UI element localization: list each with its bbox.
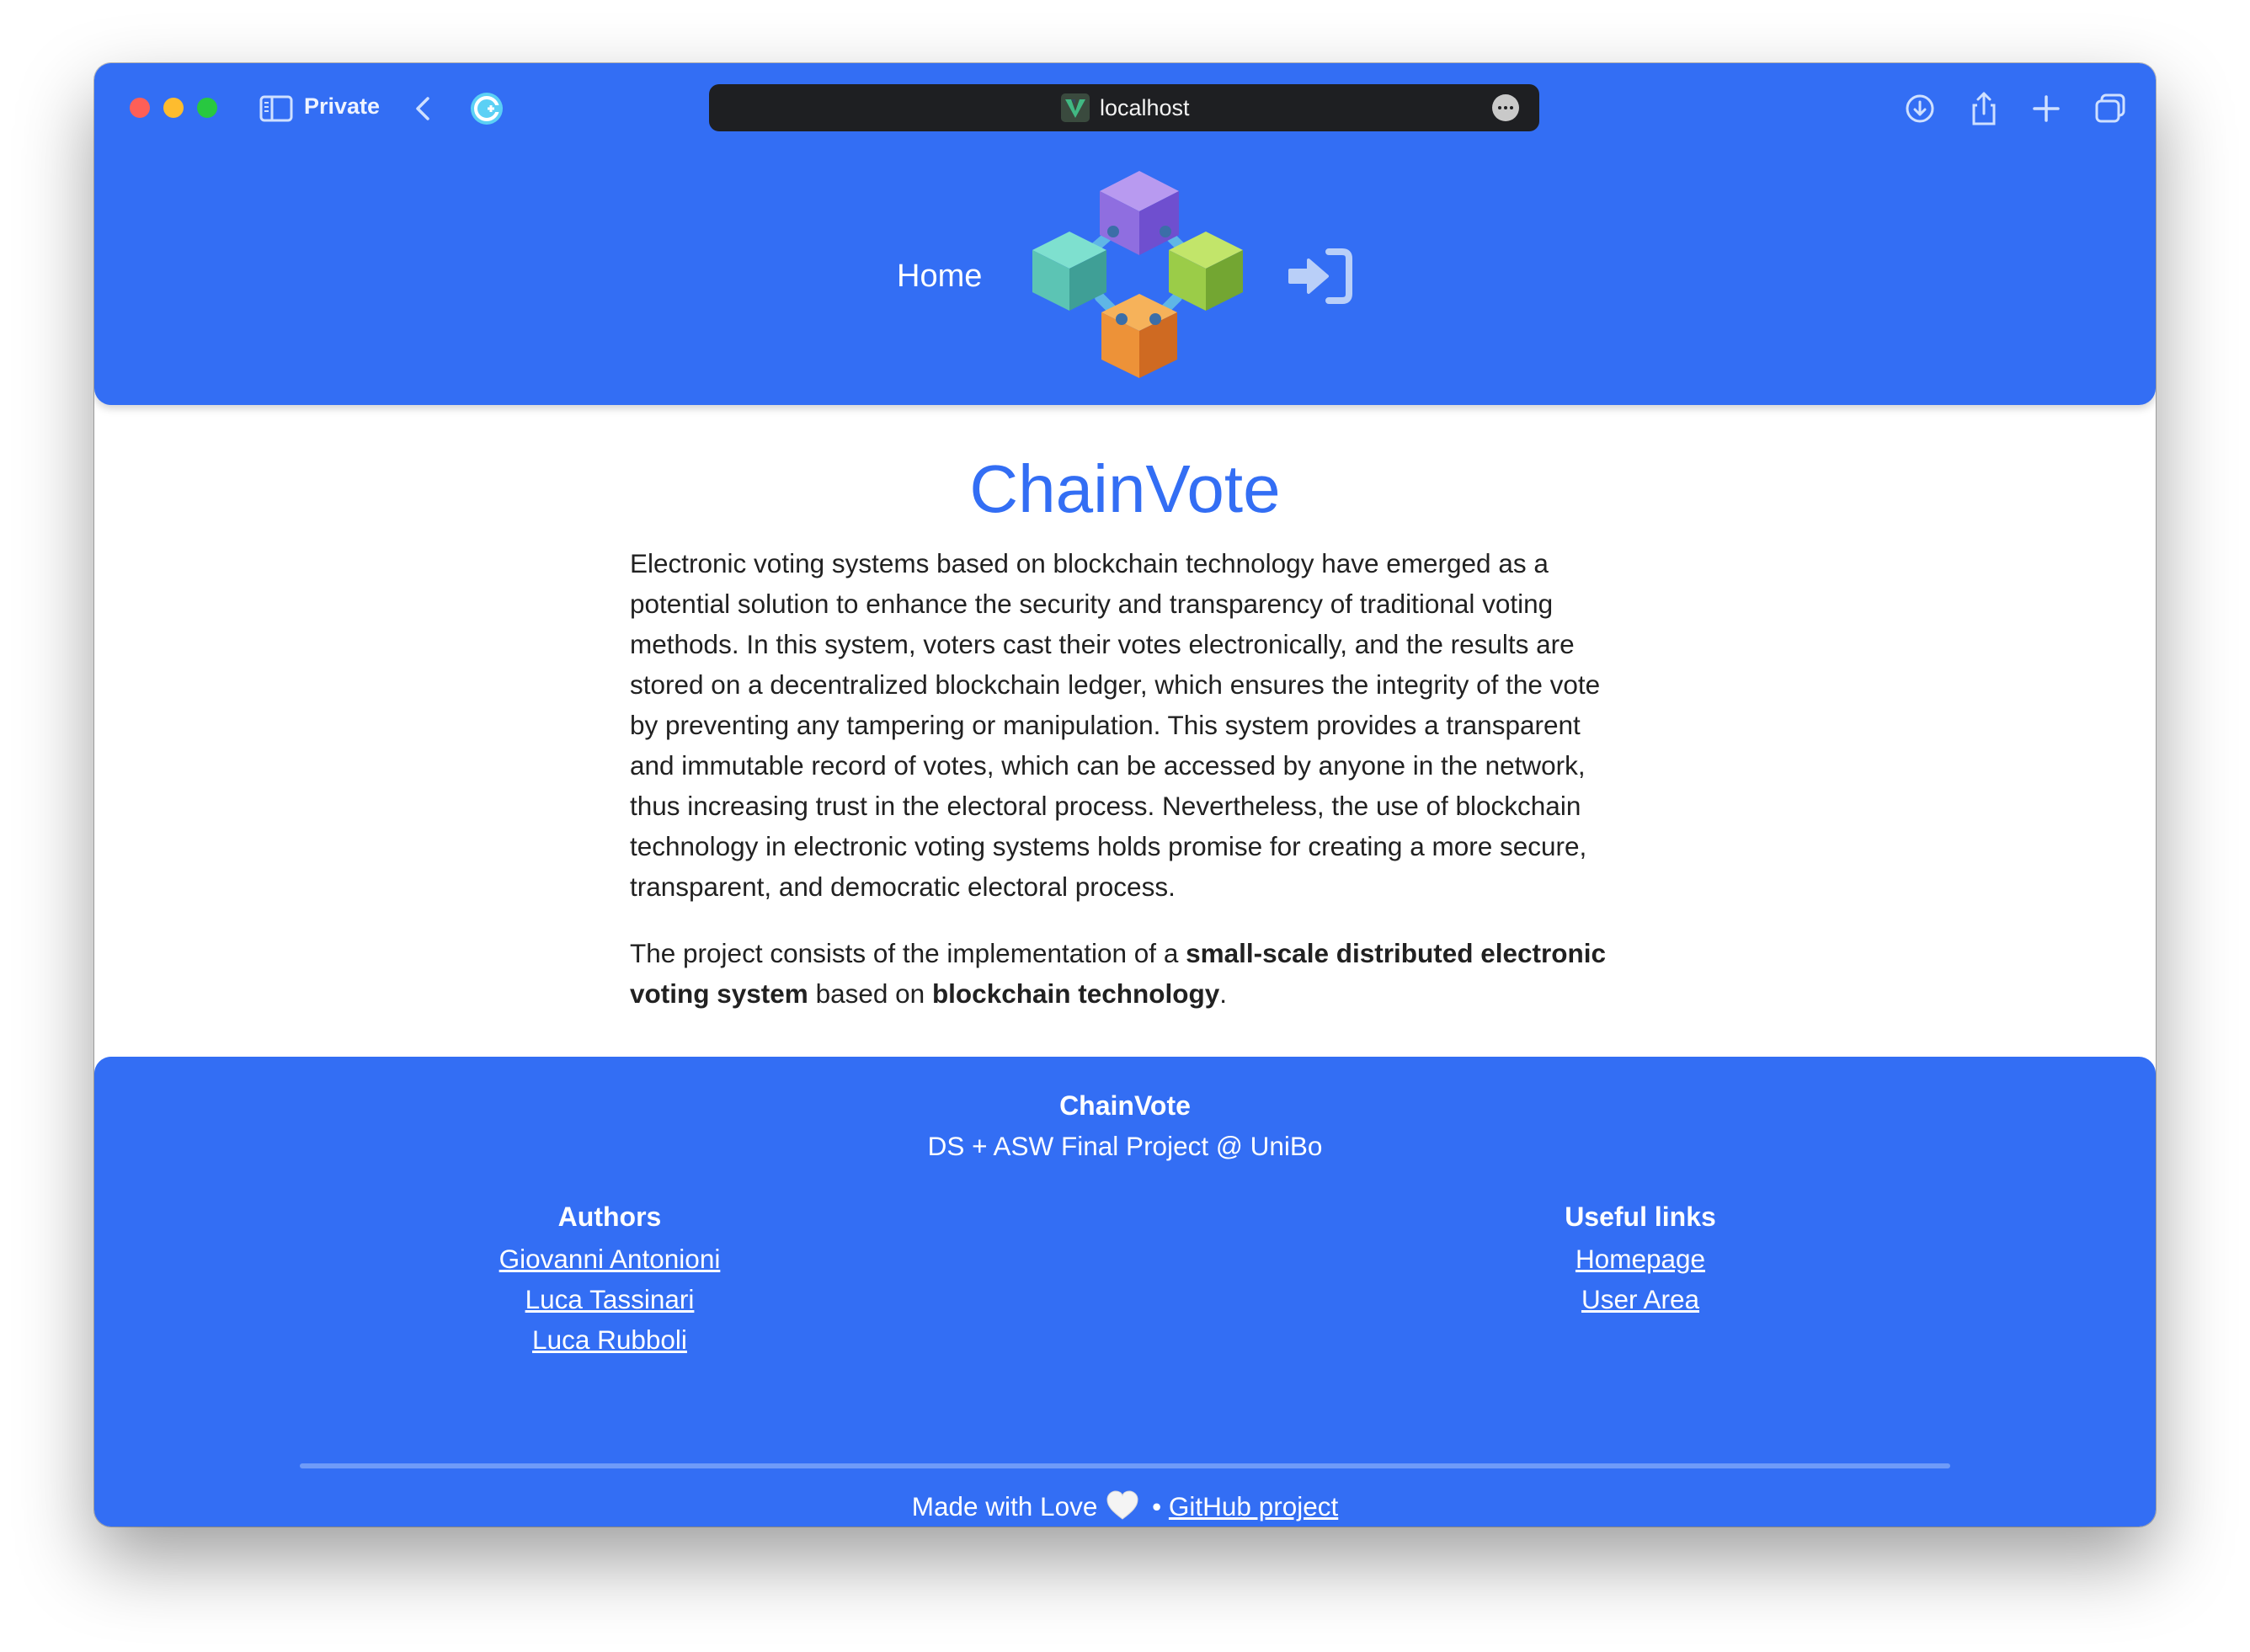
browser-toolbar: Private localhost	[94, 63, 2156, 151]
footer-separator: •	[1144, 1491, 1169, 1521]
heart-icon	[1106, 1490, 1138, 1520]
sidebar-icon[interactable]	[258, 90, 295, 127]
page-title: ChainVote	[969, 451, 1281, 526]
user-area-link[interactable]: User Area	[1388, 1279, 1893, 1319]
project-bold-technology: blockchain technology	[931, 978, 1220, 1009]
author-link-tassinari[interactable]: Luca Tassinari	[357, 1279, 862, 1319]
project-text-suffix: .	[1219, 978, 1228, 1009]
share-icon[interactable]	[1965, 90, 2002, 127]
back-chevron-icon[interactable]	[404, 90, 441, 127]
project-text-middle: based on	[808, 978, 932, 1009]
private-mode-label: Private	[304, 93, 381, 119]
homepage-link[interactable]: Homepage	[1388, 1239, 1893, 1279]
site-footer: ChainVote DS + ASW Final Project @ UniBo…	[94, 1057, 2156, 1527]
project-text-prefix: The project consists of the implementati…	[630, 938, 1186, 968]
footer-subtitle: DS + ASW Final Project @ UniBo	[927, 1131, 1323, 1161]
sign-in-icon[interactable]	[1287, 247, 1354, 306]
useful-links-column: Useful links Homepage User Area	[1388, 1198, 1893, 1319]
downloads-icon[interactable]	[1901, 90, 1938, 127]
zoom-window-button[interactable]	[197, 98, 217, 118]
authors-heading: Authors	[557, 1202, 662, 1232]
tab-overview-icon[interactable]	[2092, 90, 2129, 127]
browser-window: Private localhost Home ChainVote Electro…	[94, 63, 2156, 1527]
author-link-rubboli[interactable]: Luca Rubboli	[357, 1319, 862, 1360]
url-text: localhost	[1100, 95, 1190, 120]
intro-paragraph: Electronic voting systems based on block…	[630, 548, 1601, 902]
made-with-love-text: Made with Love	[911, 1491, 1098, 1521]
minimize-window-button[interactable]	[163, 98, 184, 118]
author-link-antonioni[interactable]: Giovanni Antonioni	[357, 1239, 862, 1279]
footer-credits: Made with Love • GitHub project	[94, 1490, 2156, 1522]
nav-home-link[interactable]: Home	[897, 258, 982, 295]
github-project-link[interactable]: GitHub project	[1169, 1491, 1338, 1521]
footer-title: ChainVote	[1059, 1090, 1191, 1121]
footer-divider	[300, 1463, 1950, 1468]
close-window-button[interactable]	[130, 98, 150, 118]
address-bar[interactable]: localhost	[709, 84, 1539, 131]
useful-links-heading: Useful links	[1565, 1202, 1716, 1232]
authors-column: Authors Giovanni Antonioni Luca Tassinar…	[357, 1198, 862, 1360]
more-options-icon[interactable]	[1492, 94, 1519, 121]
project-paragraph: The project consists of the implementati…	[630, 933, 1624, 1014]
new-tab-plus-icon[interactable]	[2028, 90, 2065, 127]
extension-icon[interactable]	[468, 90, 505, 127]
site-header: Private localhost Home	[94, 63, 2156, 405]
site-favicon-icon	[1061, 93, 1090, 122]
blockchain-cubes-logo-icon[interactable]	[1029, 171, 1245, 386]
